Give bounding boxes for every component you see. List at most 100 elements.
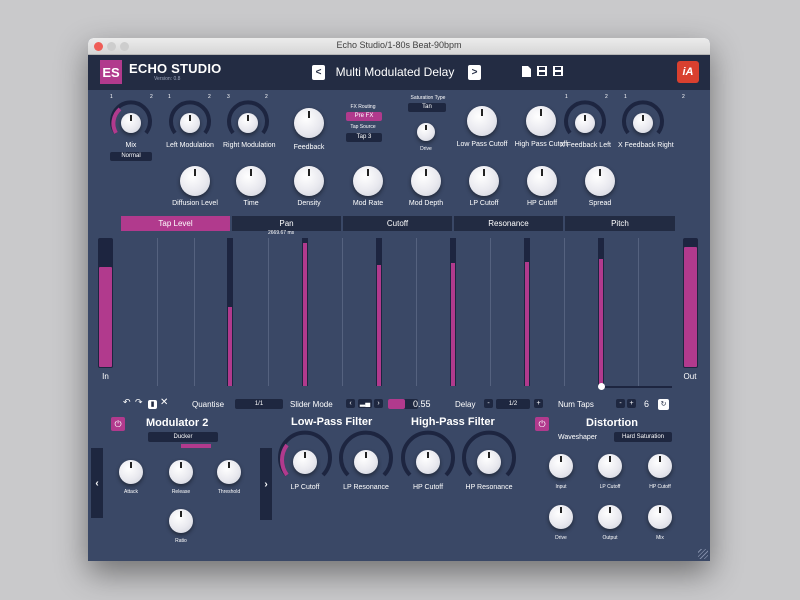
quantise-select[interactable]: 1/1 xyxy=(235,399,283,409)
spread-knob[interactable] xyxy=(585,166,615,196)
ratio-knob[interactable] xyxy=(169,509,193,533)
tap-grid[interactable]: 2669.67 ms xyxy=(121,230,675,386)
num-taps-label: Num Taps xyxy=(558,400,594,409)
distortion-drive-knob[interactable] xyxy=(549,505,573,529)
filter-lp-cutoff-knob[interactable] xyxy=(293,450,317,474)
slider-mode-prev-button[interactable]: ‹ xyxy=(346,399,355,408)
clear-icon[interactable]: ✕ xyxy=(160,397,168,408)
waveshaper-select[interactable]: Hard Saturation xyxy=(614,432,672,442)
num-taps-plus-button[interactable]: + xyxy=(627,399,636,408)
delay-select[interactable]: 1/2 xyxy=(496,399,530,409)
release-knob[interactable] xyxy=(169,460,193,484)
distortion-mix-knob[interactable] xyxy=(648,505,672,529)
tap-source-select[interactable]: Tap 3 xyxy=(346,133,382,142)
threshold-label: Threshold xyxy=(217,489,241,495)
save-icon[interactable] xyxy=(537,66,547,79)
threshold-knob[interactable] xyxy=(217,460,241,484)
output-label: Out xyxy=(683,372,697,381)
mix-knob[interactable] xyxy=(121,113,141,133)
tab-cutoff[interactable]: Cutoff xyxy=(343,216,452,231)
modulator-power-button[interactable]: ⏻ xyxy=(111,417,125,431)
hp-cutoff-knob[interactable] xyxy=(527,166,557,196)
spread-label: Spread xyxy=(588,200,612,207)
filters-prev-button[interactable]: › xyxy=(260,448,272,520)
distortion-input-label: Input xyxy=(555,484,567,490)
x-feedback-left-knob[interactable] xyxy=(575,113,595,133)
drive-knob[interactable] xyxy=(417,123,435,141)
right-modulation-knob[interactable] xyxy=(238,113,258,133)
fx-routing-select[interactable]: Pre FX xyxy=(346,112,382,121)
prev-preset-button[interactable]: < xyxy=(312,65,325,80)
attack-knob[interactable] xyxy=(119,460,143,484)
time-knob[interactable] xyxy=(236,166,266,196)
modulator-prev-button[interactable]: ‹ xyxy=(91,448,103,518)
filter-lp-resonance-knob[interactable] xyxy=(354,450,378,474)
saturation-type-select[interactable]: Tan xyxy=(408,103,446,112)
slider-mode-label: Slider Mode xyxy=(290,400,333,409)
diffusion-level-knob[interactable] xyxy=(180,166,210,196)
tap-1-level-fill xyxy=(228,307,232,386)
mix-mode-select[interactable]: Normal xyxy=(110,152,152,161)
save-as-icon[interactable] xyxy=(553,66,563,79)
hp-cutoff-label: HP Cutoff xyxy=(526,200,558,207)
refresh-icon[interactable]: ↻ xyxy=(658,399,669,410)
preset-name[interactable]: Multi Modulated Delay xyxy=(332,65,458,79)
right-mod-slot-3: 3 xyxy=(227,94,230,100)
grid-line xyxy=(342,238,343,386)
undo-icon[interactable]: ↶ xyxy=(123,397,131,408)
filter-hp-cutoff-knob[interactable] xyxy=(416,450,440,474)
distortion-drive-label: Drive xyxy=(555,535,567,541)
tap-3-level-bar[interactable] xyxy=(376,238,382,386)
redo-icon[interactable]: ↷ xyxy=(135,397,143,408)
modulator-title: Modulator 2 xyxy=(146,417,209,429)
distortion-power-button[interactable]: ⏻ xyxy=(535,417,549,431)
tap-5-level-bar[interactable] xyxy=(524,238,530,386)
brand-logo-icon[interactable]: iA xyxy=(677,61,699,83)
tab-pan[interactable]: Pan xyxy=(232,216,341,231)
x-feedback-right-knob[interactable] xyxy=(633,113,653,133)
tab-resonance[interactable]: Resonance xyxy=(454,216,563,231)
time-label: Time xyxy=(243,200,259,207)
feedback-knob[interactable] xyxy=(294,108,324,138)
drive-label: Drive xyxy=(420,146,432,152)
distortion-lp-cutoff-knob[interactable] xyxy=(598,454,622,478)
tap-1-level-bar[interactable] xyxy=(227,238,233,386)
density-label: Density xyxy=(297,200,321,207)
mod-depth-knob[interactable] xyxy=(411,166,441,196)
delay-plus-button[interactable]: + xyxy=(534,399,543,408)
tab-tap-level[interactable]: Tap Level xyxy=(121,216,230,231)
tap-scroll-handle[interactable] xyxy=(598,383,605,390)
low-pass-cutoff-knob[interactable] xyxy=(467,106,497,136)
density-knob[interactable] xyxy=(294,166,324,196)
right-mod-slot-2: 2 xyxy=(265,94,268,100)
slider-mode-next-button[interactable]: › xyxy=(374,399,383,408)
distortion-input-knob[interactable] xyxy=(549,454,573,478)
filter-hp-cutoff-label: HP Cutoff xyxy=(412,484,444,491)
fx-routing-label: FX Routing xyxy=(350,104,376,110)
delay-minus-button[interactable]: - xyxy=(484,399,493,408)
distortion-output-knob[interactable] xyxy=(598,505,622,529)
distortion-hp-cutoff-knob[interactable] xyxy=(648,454,672,478)
mix-slot-2: 2 xyxy=(150,94,153,100)
tap-4-level-bar[interactable] xyxy=(450,238,456,386)
trash-icon[interactable]: ▮ xyxy=(148,400,157,409)
tap-6-level-bar[interactable] xyxy=(598,238,604,386)
tab-pitch[interactable]: Pitch xyxy=(565,216,675,231)
modulator-amount-bar[interactable] xyxy=(181,444,211,448)
num-taps-minus-button[interactable]: - xyxy=(616,399,625,408)
grid-line xyxy=(564,238,565,386)
lp-cutoff-knob[interactable] xyxy=(469,166,499,196)
mod-rate-knob[interactable] xyxy=(353,166,383,196)
ratio-label: Ratio xyxy=(175,538,187,544)
distortion-lp-cutoff-label: LP Cutoff xyxy=(599,484,621,490)
tap-2-level-bar[interactable] xyxy=(302,238,308,386)
high-pass-cutoff-knob[interactable] xyxy=(526,106,556,136)
left-modulation-knob[interactable] xyxy=(180,113,200,133)
filter-hp-resonance-knob[interactable] xyxy=(477,450,501,474)
tap-scroll-track[interactable] xyxy=(602,386,672,388)
next-preset-button[interactable]: > xyxy=(468,65,481,80)
new-file-icon[interactable] xyxy=(522,66,531,80)
modulator-mode-select[interactable]: Ducker xyxy=(148,432,218,442)
resize-grip[interactable] xyxy=(698,549,708,559)
slider-mode-icon[interactable]: ▂▄ xyxy=(358,399,372,408)
